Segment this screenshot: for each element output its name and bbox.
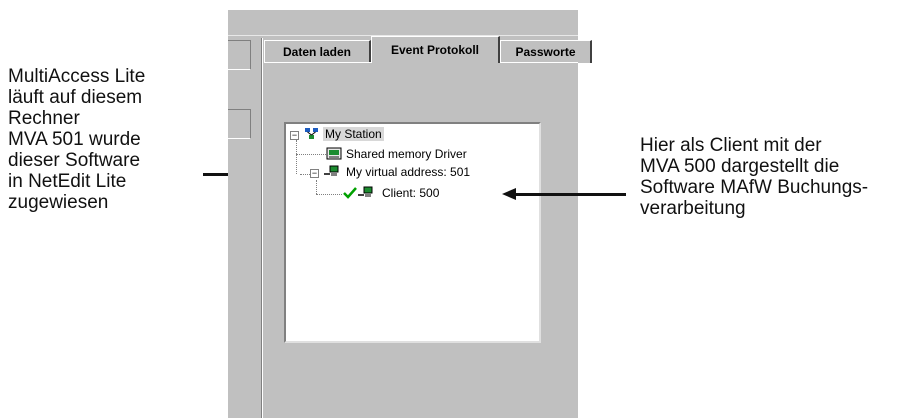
memory-driver-icon xyxy=(326,147,342,160)
right-annotation-line: MVA 500 dargestellt die xyxy=(640,156,840,177)
tree-node-label: My virtual address: 501 xyxy=(346,165,471,179)
collapse-icon[interactable]: − xyxy=(310,169,319,178)
left-annotation-line: MultiAccess Lite xyxy=(8,66,146,87)
tree-connector xyxy=(296,154,326,155)
tree-connector xyxy=(316,180,317,194)
computer-icon xyxy=(358,186,373,197)
left-annotation-line: Rechner xyxy=(8,108,80,129)
tree-node-label: Shared memory Driver xyxy=(346,147,467,161)
tab-daten-laden[interactable]: Daten laden xyxy=(264,40,371,63)
left-arrow-icon xyxy=(502,188,626,200)
right-annotation-line: Software MAfW Buchungs- xyxy=(640,177,869,198)
left-annotation-line: läuft auf diesem xyxy=(8,87,143,108)
network-station-icon xyxy=(305,128,318,139)
panel-divider xyxy=(261,38,263,418)
left-panel-field xyxy=(228,40,251,70)
right-annotation: Hier als Client mit der MVA 500 dargeste… xyxy=(640,135,868,219)
left-annotation-line: zugewiesen xyxy=(8,192,109,213)
left-annotation: MultiAccess Lite läuft auf diesem Rechne… xyxy=(8,66,145,213)
left-annotation-line: MVA 501 wurde xyxy=(8,129,141,150)
tab-passworte[interactable]: Passworte xyxy=(500,40,592,63)
right-annotation-line: Hier als Client mit der xyxy=(640,135,822,156)
checkmark-icon xyxy=(343,187,357,199)
collapse-icon[interactable]: − xyxy=(290,131,299,140)
right-annotation-line: verarbeitung xyxy=(640,198,746,219)
left-panel-field xyxy=(228,109,251,139)
window-top-edge xyxy=(228,10,578,36)
tree-node-label: Client: 500 xyxy=(382,186,440,200)
tree-connector xyxy=(296,140,297,174)
tree-connector xyxy=(316,194,342,195)
left-annotation-line: in NetEdit Lite xyxy=(8,171,127,192)
computer-icon xyxy=(324,165,339,176)
tab-event-protokoll[interactable]: Event Protokoll xyxy=(371,36,500,63)
station-tree-view[interactable]: − My Station Shared memory Driver − My v… xyxy=(284,122,541,343)
tree-node-label: My Station xyxy=(323,127,384,141)
left-annotation-line: dieser Software xyxy=(8,150,141,171)
